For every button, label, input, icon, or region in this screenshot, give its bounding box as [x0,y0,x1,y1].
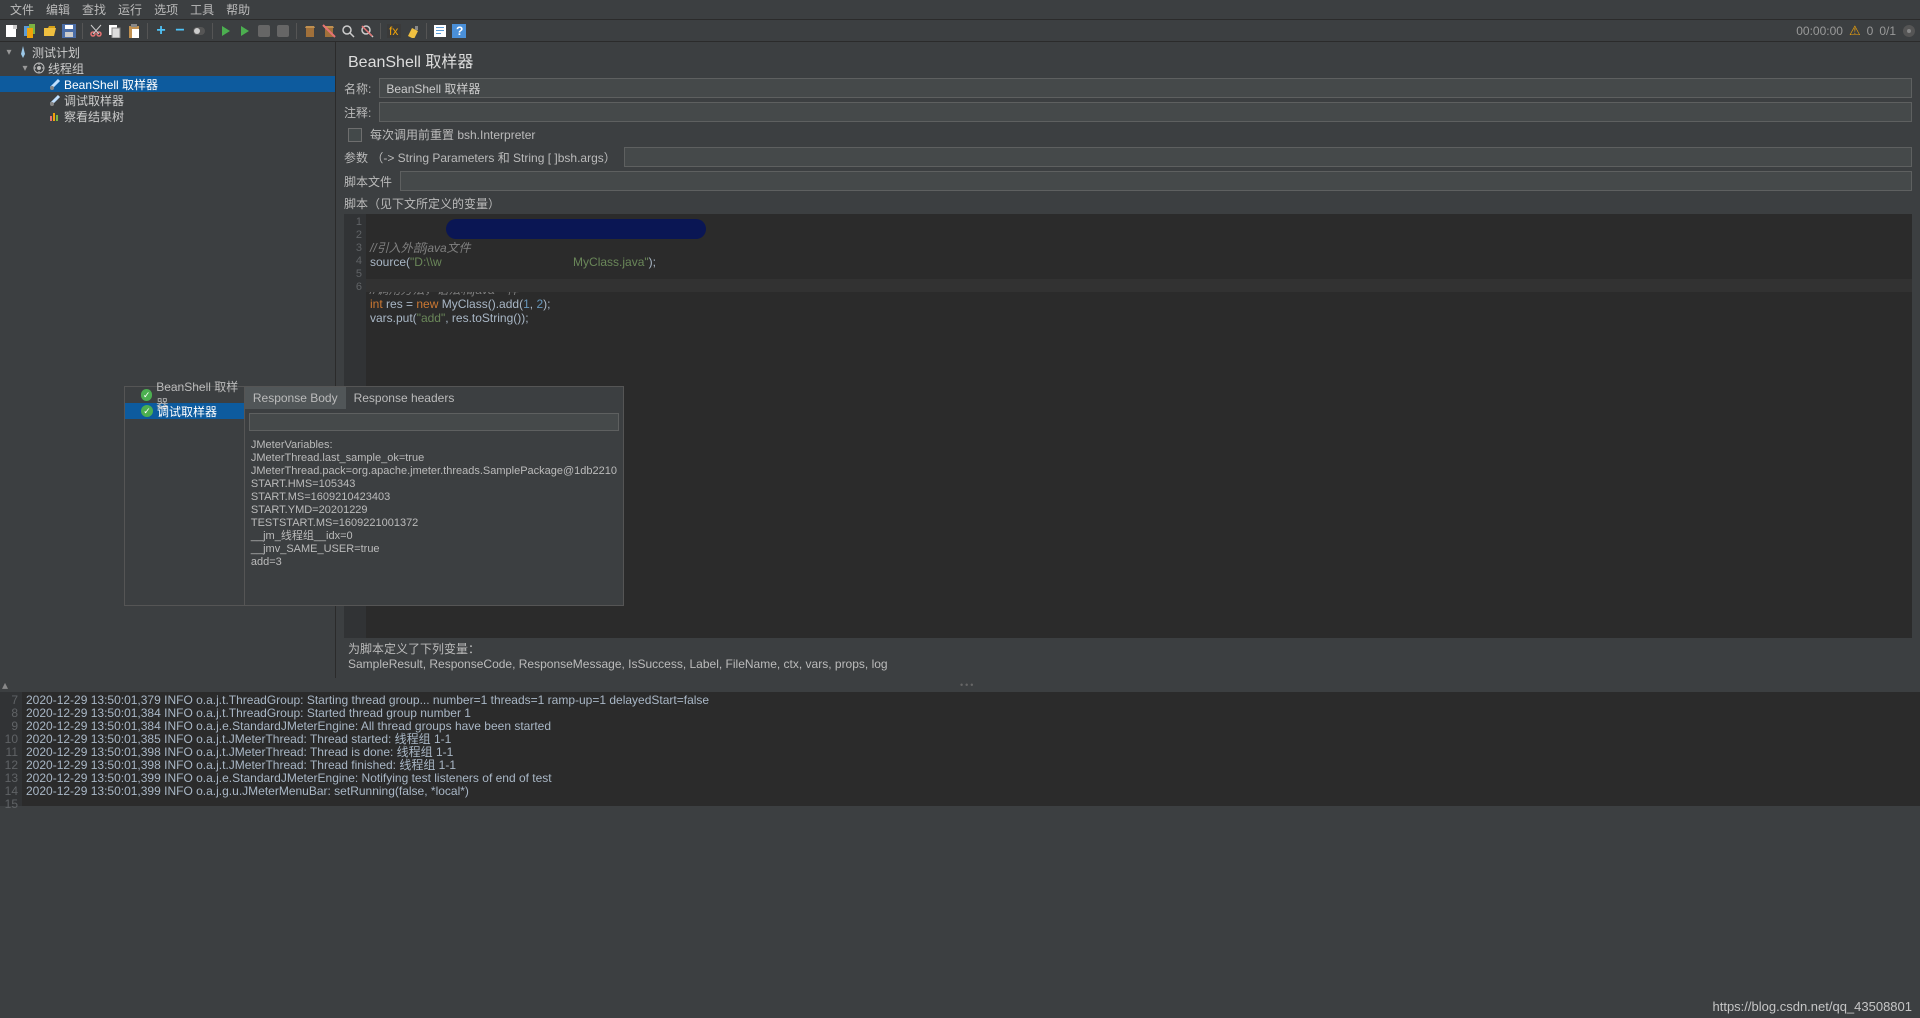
result-search-input[interactable] [249,413,619,431]
thread-ratio: 0/1 [1879,24,1896,38]
menu-tools[interactable]: 工具 [184,1,220,18]
result-tabs: Response Body Response headers [245,387,623,409]
panel-title: BeanShell 取样器 [336,42,1920,76]
clear-all-icon[interactable] [321,23,337,39]
stop-icon[interactable] [256,23,272,39]
file-input[interactable] [400,171,1912,191]
menu-file[interactable]: 文件 [4,1,40,18]
tree-test-plan[interactable]: ▾ 测试计划 [0,44,335,60]
cut-icon[interactable] [88,23,104,39]
tree-view-results[interactable]: 察看结果树 [0,108,335,124]
success-icon: ✓ [141,405,153,417]
svg-text:fx: fx [389,24,398,38]
result-beanshell[interactable]: ✓ BeanShell 取样器 [125,387,244,403]
tab-response-body[interactable]: Response Body [245,387,346,409]
log-gutter: 789101112131415 [0,692,22,806]
script-label: 脚本（见下文所定义的变量） [336,193,1920,214]
func-helper-icon[interactable]: fx [386,23,402,39]
log-panel[interactable]: ▴ 789101112131415 2020-12-29 13:50:01,37… [0,688,1920,806]
log-text[interactable]: 2020-12-29 13:50:01,379 INFO o.a.j.t.Thr… [22,692,1920,806]
success-icon: ✓ [141,389,152,401]
file-label: 脚本文件 [344,173,392,190]
watermark: https://blog.csdn.net/qq_43508801 [1713,999,1913,1014]
templates-icon[interactable] [23,23,39,39]
response-body-text[interactable]: JMeterVariables: JMeterThread.last_sampl… [245,435,623,605]
paste-icon[interactable] [126,23,142,39]
name-label: 名称: [344,80,371,97]
reset-checkbox[interactable] [348,128,362,142]
name-input[interactable] [379,78,1912,98]
comment-label: 注释: [344,104,371,121]
run-no-pause-icon[interactable] [237,23,253,39]
vars-footer: 为脚本定义了下列变量： SampleResult, ResponseCode, … [336,638,1920,678]
search-icon[interactable] [340,23,356,39]
new-icon[interactable] [4,23,20,39]
menu-find[interactable]: 查找 [76,1,112,18]
svg-text:?: ? [456,24,463,38]
log-collapse-icon[interactable]: ▴ [2,678,8,692]
tree-debug-sampler[interactable]: 调试取样器 [0,92,335,108]
reset-label: 每次调用前重置 bsh.Interpreter [370,126,535,143]
tree-thread-group[interactable]: ▾ 线程组 [0,60,335,76]
run-icon[interactable] [218,23,234,39]
elapsed-time: 00:00:00 [1796,24,1843,38]
menu-edit[interactable]: 编辑 [40,1,76,18]
redaction-overlay [446,219,706,239]
comment-input[interactable] [379,102,1912,122]
params-label: 参数 （-> String Parameters 和 String [ ]bsh… [344,149,616,166]
tab-response-headers[interactable]: Response headers [346,387,463,409]
clear-log-icon[interactable] [405,23,421,39]
log-viewer-icon[interactable] [432,23,448,39]
save-icon[interactable] [61,23,77,39]
open-icon[interactable] [42,23,58,39]
clear-icon[interactable] [302,23,318,39]
menu-help[interactable]: 帮助 [220,1,256,18]
results-popup: ✓ BeanShell 取样器 ✓ 调试取样器 Response Body Re… [124,386,624,606]
server-icon[interactable] [1902,24,1916,38]
menu-run[interactable]: 运行 [112,1,148,18]
reset-search-icon[interactable] [359,23,375,39]
menu-options[interactable]: 选项 [148,1,184,18]
copy-icon[interactable] [107,23,123,39]
warning-count: 0 [1867,24,1874,38]
menu-bar: 文件 编辑 查找 运行 选项 工具 帮助 [0,0,1920,20]
warning-icon[interactable]: ⚠ [1849,23,1861,39]
shutdown-icon[interactable] [275,23,291,39]
toolbar: + − fx ? 00:00:00 ⚠ 0 0/1 [0,20,1920,42]
expand-icon[interactable]: + [153,23,169,39]
collapse-icon[interactable]: − [172,23,188,39]
help-icon[interactable]: ? [451,23,467,39]
params-input[interactable] [624,147,1912,167]
tree-beanshell-sampler[interactable]: BeanShell 取样器 [0,76,335,92]
toggle-icon[interactable] [191,23,207,39]
results-tree[interactable]: ✓ BeanShell 取样器 ✓ 调试取样器 [125,387,245,605]
